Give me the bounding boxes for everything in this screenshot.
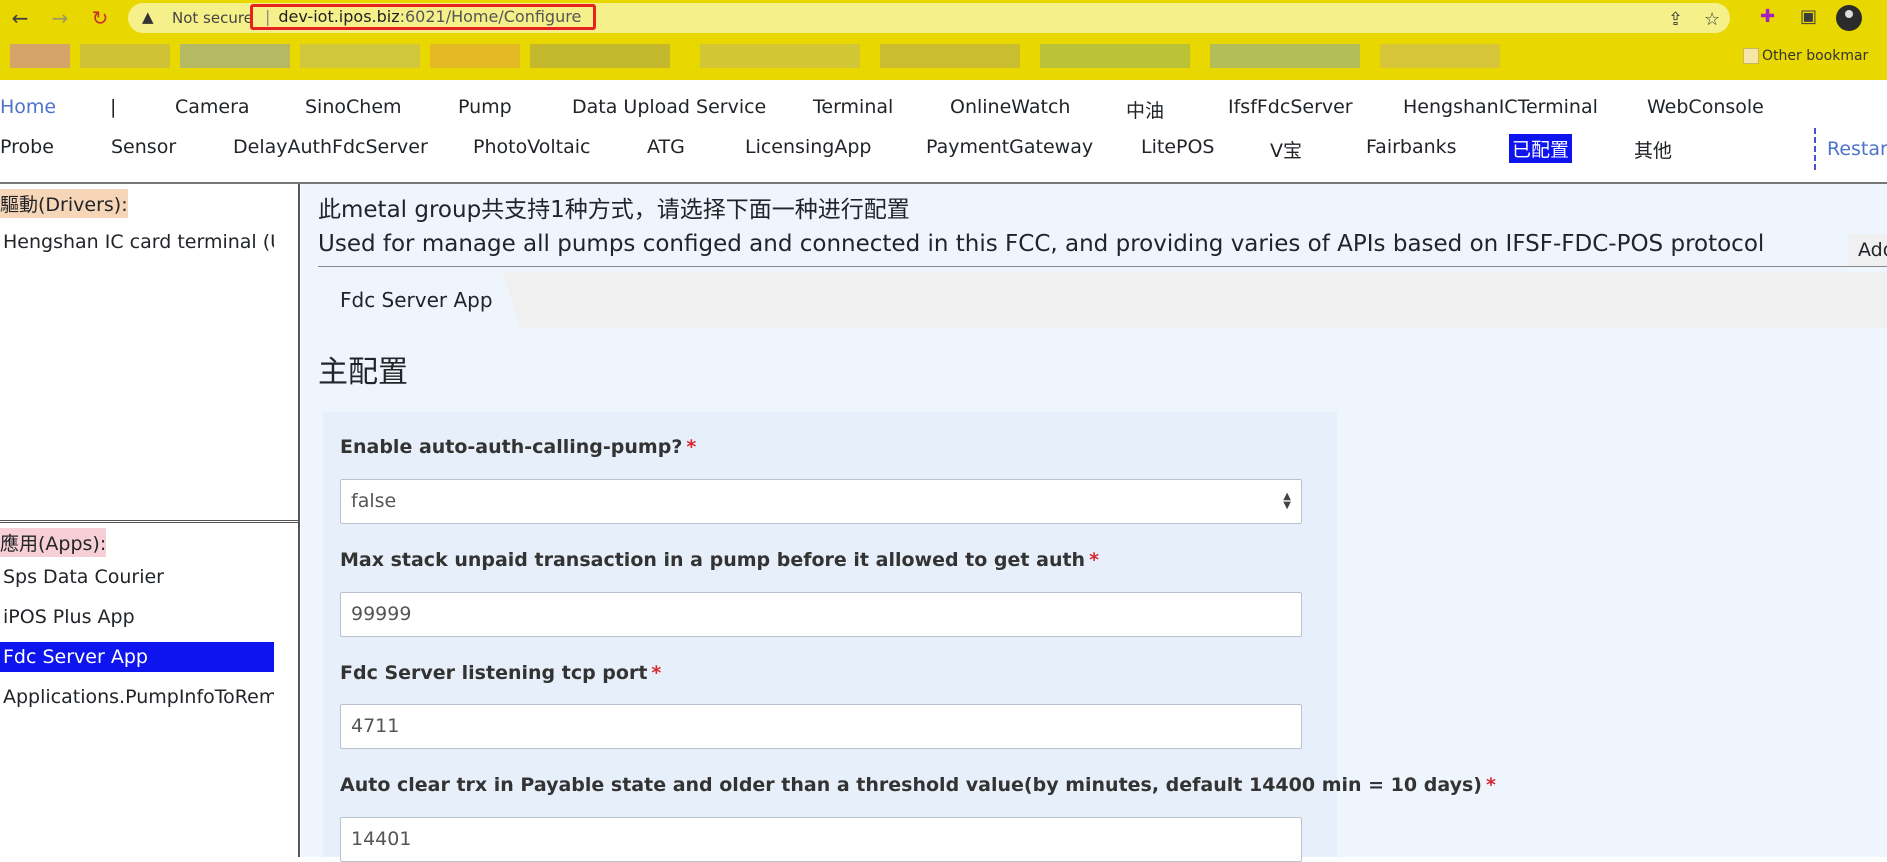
- address-bar[interactable]: ▲ Not secure | dev-iot.ipos.biz:6021/Hom…: [128, 3, 1730, 33]
- blurred-bookmark[interactable]: [530, 44, 670, 68]
- url-host: dev-iot.ipos.biz: [278, 7, 400, 26]
- apps-panel: 應用(Apps): Sps Data Courier iPOS Plus App…: [0, 524, 298, 857]
- bookmark-star-icon[interactable]: ☆: [1704, 10, 1720, 30]
- max-stack-input[interactable]: 99999: [340, 592, 1302, 637]
- nav-litepos[interactable]: LitePOS: [1141, 136, 1214, 158]
- required-marker: *: [686, 436, 697, 458]
- main-content: 此metal group共支持1种方式，请选择下面一种进行配置 Used for…: [301, 184, 1887, 862]
- nav-terminal[interactable]: Terminal: [813, 96, 893, 118]
- nav-vbao[interactable]: V宝: [1270, 136, 1302, 163]
- url-separator: |: [265, 7, 271, 26]
- label-text: Fdc Server listening tcp port: [340, 662, 648, 684]
- nav-photovoltaic[interactable]: PhotoVoltaic: [473, 136, 590, 158]
- app-navigation: Home | Camera SinoChem Pump Data Upload …: [0, 80, 1887, 184]
- url-path: :6021/Home/Configure: [399, 7, 582, 26]
- nav-hengshanicterminal[interactable]: HengshanICTerminal: [1403, 96, 1598, 118]
- blurred-bookmark[interactable]: [10, 44, 70, 68]
- section-title: 主配置: [318, 355, 408, 390]
- restart-link[interactable]: Restart: [1827, 138, 1887, 160]
- required-marker: *: [651, 662, 662, 684]
- security-label: Not secure: [172, 9, 253, 27]
- label-text: Max stack unpaid transaction in a pump b…: [340, 549, 1086, 571]
- tcp-port-input[interactable]: 4711: [340, 704, 1302, 749]
- group-title: 此metal group共支持1种方式，请选择下面一种进行配置: [318, 197, 910, 223]
- config-form: Enable auto-auth-calling-pump? * false ▲ ▼…: [323, 412, 1496, 862]
- restart-divider: [1814, 128, 1816, 170]
- profile-avatar[interactable]: [1836, 5, 1862, 31]
- field-label-tcp-port: Fdc Server listening tcp port *: [340, 662, 661, 684]
- nav-paymentgateway[interactable]: PaymentGateway: [926, 136, 1093, 158]
- field-label-auto-clear: Auto clear trx in Payable state and olde…: [340, 774, 1496, 796]
- label-text: Enable auto-auth-calling-pump?: [340, 436, 683, 458]
- url-text: dev-iot.ipos.biz:6021/Home/Configure: [278, 7, 581, 27]
- nav-sinochem[interactable]: SinoChem: [305, 96, 402, 118]
- nav-home[interactable]: Home: [0, 96, 56, 118]
- nav-delayauthfdcserver[interactable]: DelayAuthFdcServer: [233, 136, 428, 158]
- drivers-panel: 驅動(Drivers): Hengshan IC card terminal (…: [0, 184, 298, 523]
- nav-separator: |: [110, 96, 117, 118]
- warning-icon: ▲: [142, 8, 154, 26]
- blurred-bookmark[interactable]: [430, 44, 520, 68]
- drivers-title: 驅動(Drivers):: [0, 189, 128, 218]
- app-item-pumpinfotoremote[interactable]: Applications.PumpInfoToRemo: [0, 682, 274, 712]
- auto-clear-input[interactable]: 14401: [340, 817, 1302, 862]
- auto-auth-select[interactable]: false ▲ ▼: [340, 479, 1302, 524]
- nav-zhongyou[interactable]: 中油: [1126, 96, 1164, 123]
- nav-other[interactable]: 其他: [1634, 136, 1672, 163]
- browser-toolbar: ← → ↻ ▲ Not secure | dev-iot.ipos.biz:60…: [0, 0, 1887, 36]
- folder-icon: [1743, 48, 1759, 64]
- required-marker: *: [1089, 549, 1100, 571]
- field-label-max-stack: Max stack unpaid transaction in a pump b…: [340, 549, 1099, 571]
- app-item-fdc-server[interactable]: Fdc Server App: [0, 642, 274, 672]
- side-panel-icon[interactable]: ▣: [1800, 7, 1817, 27]
- driver-item-hengshan[interactable]: Hengshan IC card terminal (UI: [0, 227, 274, 257]
- required-marker: *: [1485, 774, 1496, 796]
- url-highlight-box[interactable]: | dev-iot.ipos.biz:6021/Home/Configure: [250, 4, 597, 30]
- group-description: Used for manage all pumps configed and c…: [318, 231, 1765, 257]
- add-button[interactable]: Add: [1848, 234, 1887, 266]
- tab-strip: Fdc Server App: [318, 272, 1887, 328]
- share-icon[interactable]: ⇪: [1668, 10, 1683, 30]
- apps-title: 應用(Apps):: [0, 528, 107, 557]
- nav-fairbanks[interactable]: Fairbanks: [1366, 136, 1457, 158]
- nav-onlinewatch[interactable]: OnlineWatch: [950, 96, 1070, 118]
- nav-data-upload-service[interactable]: Data Upload Service: [572, 96, 766, 118]
- nav-ifsffdcserver[interactable]: IfsfFdcServer: [1228, 96, 1353, 118]
- back-arrow-icon[interactable]: ←: [8, 6, 32, 30]
- nav-licensingapp[interactable]: LicensingApp: [745, 136, 871, 158]
- blurred-bookmark[interactable]: [300, 44, 420, 68]
- blurred-bookmark[interactable]: [180, 44, 290, 68]
- select-arrows-icon: ▲ ▼: [1283, 491, 1291, 511]
- app-item-sps-data-courier[interactable]: Sps Data Courier: [0, 562, 274, 592]
- blurred-bookmark[interactable]: [1380, 44, 1500, 68]
- nav-atg[interactable]: ATG: [647, 136, 685, 158]
- nav-probe[interactable]: Probe: [0, 136, 54, 158]
- nav-pump[interactable]: Pump: [458, 96, 512, 118]
- blurred-bookmark[interactable]: [80, 44, 170, 68]
- nav-webconsole[interactable]: WebConsole: [1647, 96, 1764, 118]
- forward-arrow-icon[interactable]: →: [48, 6, 72, 30]
- sidebar: 驅動(Drivers): Hengshan IC card terminal (…: [0, 184, 300, 857]
- nav-configured[interactable]: 已配置: [1509, 134, 1573, 163]
- blurred-bookmark[interactable]: [1210, 44, 1360, 68]
- bookmarks-bar: Other bookmar: [0, 36, 1887, 80]
- description-divider: [318, 266, 1887, 267]
- select-value: false: [351, 490, 397, 512]
- blurred-bookmark[interactable]: [1040, 44, 1190, 68]
- blurred-bookmark[interactable]: [880, 44, 1020, 68]
- nav-sensor[interactable]: Sensor: [111, 136, 176, 158]
- field-label-auto-auth: Enable auto-auth-calling-pump? *: [340, 436, 696, 458]
- tab-fdc-server-app[interactable]: Fdc Server App: [318, 272, 521, 328]
- nav-camera[interactable]: Camera: [175, 96, 250, 118]
- blurred-bookmark[interactable]: [700, 44, 860, 68]
- label-text: Auto clear trx in Payable state and olde…: [340, 774, 1482, 796]
- other-bookmarks[interactable]: Other bookmar: [1762, 48, 1868, 64]
- app-item-ipos-plus[interactable]: iPOS Plus App: [0, 602, 274, 632]
- reload-icon[interactable]: ↻: [88, 6, 112, 30]
- extensions-puzzle-icon[interactable]: ✚: [1760, 7, 1775, 27]
